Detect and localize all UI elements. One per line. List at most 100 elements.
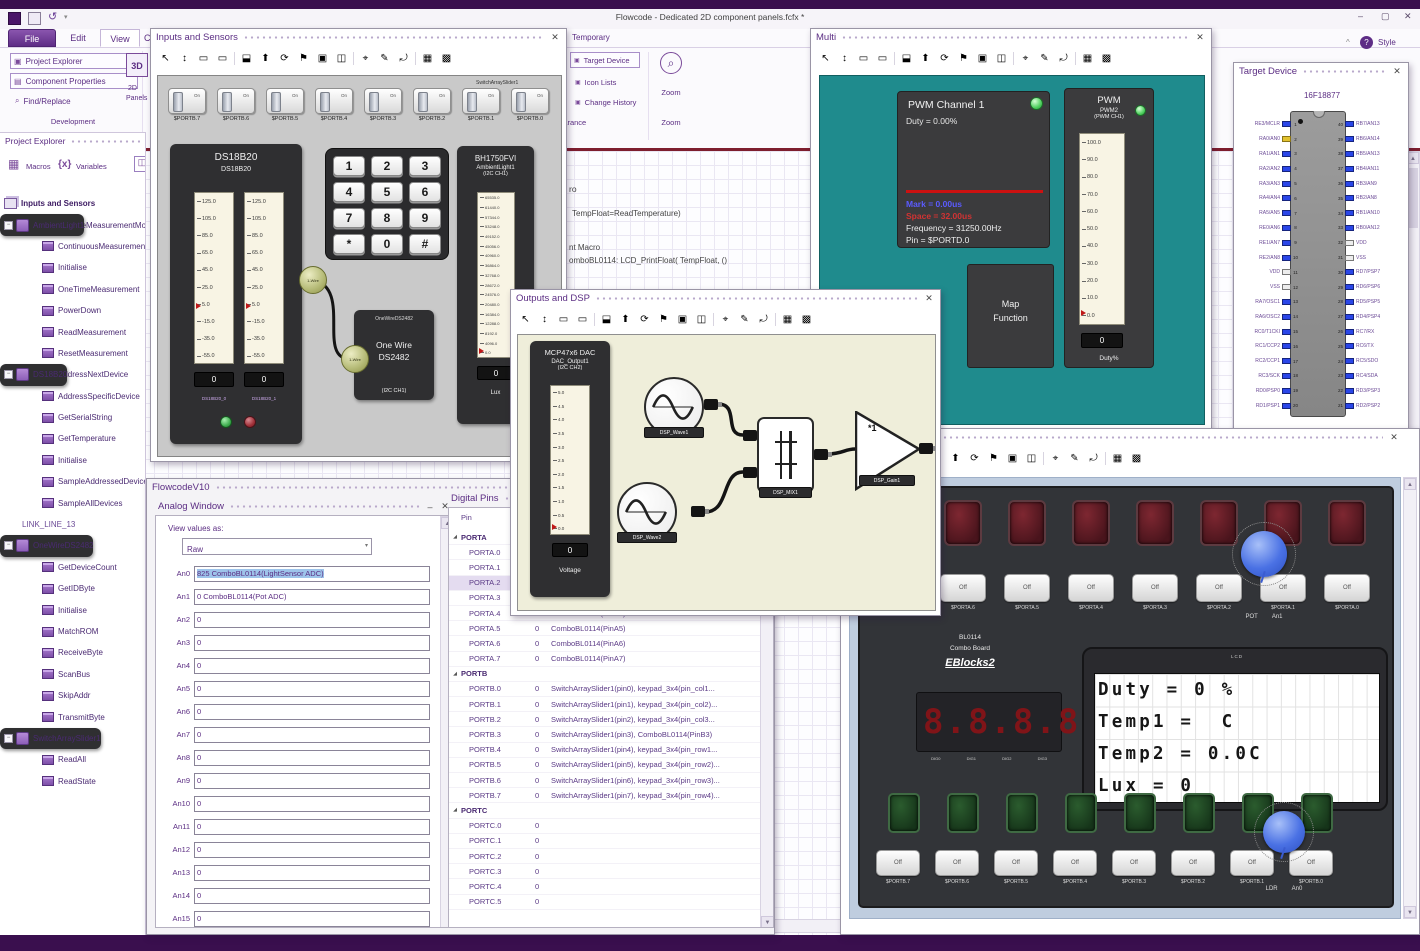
chip-pin[interactable]: 21 RD2/PSP2: [1336, 398, 1408, 413]
toolbar-icon[interactable]: ⬆: [948, 451, 963, 466]
ribbon-icon-lists-toggle[interactable]: ▣ Icon Lists: [572, 74, 619, 90]
ribbon-change-history-toggle[interactable]: ▣ Change History: [572, 94, 639, 110]
tree-item[interactable]: − AddressSpecificDevice: [0, 386, 145, 407]
board-vertical-scrollbar[interactable]: ▲ ▼: [1403, 477, 1417, 919]
chip-pin[interactable]: RC1/CCP2 16: [1236, 339, 1300, 354]
tab-edit[interactable]: Edit: [60, 29, 96, 47]
scroll-down-arrow[interactable]: ▼: [1404, 906, 1416, 918]
channel-value-input[interactable]: 0: [194, 611, 430, 628]
style-label[interactable]: Style: [1378, 38, 1396, 47]
minimize-button[interactable]: –: [1358, 11, 1363, 21]
toolbar-icon[interactable]: ↕: [837, 51, 852, 66]
port-toggle-button[interactable]: Off: [1196, 574, 1242, 602]
keypad-key[interactable]: 3: [409, 156, 441, 176]
chip-pin[interactable]: 40 RB7/AN13: [1336, 117, 1408, 132]
toolbar-icon[interactable]: ⟳: [637, 312, 652, 327]
toolbar-icon[interactable]: ⬓: [239, 51, 254, 66]
chip-pin[interactable]: 38 RB5/AN13: [1336, 147, 1408, 162]
port-toggle-button[interactable]: Off: [1171, 850, 1215, 876]
digital-pin-row[interactable]: ◢ PORTC.0 0: [449, 819, 761, 834]
toolbar-icon[interactable]: ▦: [1110, 451, 1125, 466]
chip-pin[interactable]: RA5/AN5 7: [1236, 206, 1300, 221]
chip-pin[interactable]: VSS 12: [1236, 280, 1300, 295]
slide-switch[interactable]: On: [364, 88, 402, 114]
chip-pin[interactable]: RC2/CCP1 17: [1236, 354, 1300, 369]
tree-item[interactable]: − GetIDByte: [0, 578, 145, 599]
toolbar-icon[interactable]: ⬓: [899, 51, 914, 66]
keypad-component[interactable]: 1 2 3 4 5 6 7 8 9 * 0 #: [325, 148, 449, 260]
dsp-mix-component[interactable]: [757, 417, 814, 493]
chip-pin[interactable]: RE2/AN8 10: [1236, 250, 1300, 265]
chip-pin[interactable]: RD1/PSP1 20: [1236, 398, 1300, 413]
chip-pin[interactable]: RE0/AN6 8: [1236, 221, 1300, 236]
port-toggle-button[interactable]: Off: [1324, 574, 1370, 602]
channel-value-input[interactable]: 0 ComboBL0114(Pot ADC): [194, 588, 430, 605]
zoom-icon[interactable]: ⌕: [660, 52, 682, 74]
chip-pin[interactable]: RE3/MCLR 1: [1236, 117, 1300, 132]
toolbar-icon[interactable]: [713, 312, 714, 326]
channel-value-input[interactable]: 0: [194, 772, 430, 789]
toolbar-icon[interactable]: [1075, 51, 1076, 65]
close-icon[interactable]: ✕: [923, 293, 935, 304]
tree-item[interactable]: − Inputs and Sensors: [0, 193, 145, 214]
help-icon[interactable]: ?: [1360, 36, 1373, 49]
toolbar-icon[interactable]: [1043, 451, 1044, 465]
analog-window-titlebar[interactable]: Analog Window – ✕: [153, 499, 456, 514]
digital-pin-row[interactable]: ◢ PORTB.4 0 SwitchArraySlider1(pin4), ke…: [449, 743, 761, 758]
toolbar-icon[interactable]: ▦: [780, 312, 795, 327]
toolbar-icon[interactable]: ✎: [737, 312, 752, 327]
keypad-key[interactable]: 9: [409, 208, 441, 228]
toolbar-icon[interactable]: ▭: [875, 51, 890, 66]
toolbar-icon[interactable]: ⌖: [1018, 51, 1033, 66]
close-button[interactable]: ✕: [1404, 11, 1412, 22]
toolbar-icon[interactable]: [894, 51, 895, 65]
chip-pin[interactable]: 22 RD3/PSP3: [1336, 383, 1408, 398]
close-icon[interactable]: ✕: [1194, 32, 1206, 43]
keypad-key[interactable]: 8: [371, 208, 403, 228]
undo-icon[interactable]: ↺: [48, 10, 57, 23]
tree-item[interactable]: − Initialise: [0, 257, 145, 278]
tree-item[interactable]: − LINK_LINE_13: [0, 514, 145, 535]
slide-switch[interactable]: On: [168, 88, 206, 114]
close-icon[interactable]: ✕: [1391, 66, 1403, 77]
toolbar-icon[interactable]: ▭: [575, 312, 590, 327]
tree-item[interactable]: − SkipAddr: [0, 685, 145, 706]
chip-pin[interactable]: 36 RB3/AN9: [1336, 176, 1408, 191]
digital-pin-row[interactable]: ◢ PORTA.5 0 ComboBL0114(PinA5): [449, 621, 761, 637]
toolbar-icon[interactable]: ⟳: [277, 51, 292, 66]
ds18b20-component[interactable]: DS18B20 DS18B20 125.0 105.0 85.0 65.0 45.0 25…: [170, 144, 302, 444]
tree-item[interactable]: − ReadMeasurement: [0, 321, 145, 342]
chip-pin[interactable]: 25 RC6/TX: [1336, 339, 1408, 354]
tree-item[interactable]: − ReadState: [0, 771, 145, 792]
chip-pin[interactable]: 35 RB2/AN8: [1336, 191, 1408, 206]
tree-item[interactable]: − GetDeviceCount: [0, 557, 145, 578]
chip-pin[interactable]: RA3/AN3 5: [1236, 176, 1300, 191]
port-toggle-button[interactable]: Off: [1132, 574, 1178, 602]
toolbar-icon[interactable]: ✎: [377, 51, 392, 66]
keypad-key[interactable]: 7: [333, 208, 365, 228]
toolbar-icon[interactable]: ▦: [1080, 51, 1095, 66]
chip-pin[interactable]: RC0/T1CKI 15: [1236, 324, 1300, 339]
minimize-icon[interactable]: –: [426, 502, 434, 512]
toolbar-icon[interactable]: ▭: [215, 51, 230, 66]
tree-item[interactable]: − GetTemperature: [0, 428, 145, 449]
tree-expand-icon[interactable]: −: [4, 733, 13, 743]
pwm-gauge-component[interactable]: PWM PWM2 (PWM CH1) 100.0 90.0 80.0 70.0 60.0…: [1064, 88, 1154, 368]
toolbar-icon[interactable]: ◫: [994, 51, 1009, 66]
channel-value-input[interactable]: 0: [194, 634, 430, 651]
chip-pin[interactable]: VDD 11: [1236, 265, 1300, 280]
toolbar-icon[interactable]: ↖: [158, 51, 173, 66]
chip-pin[interactable]: 30 RD7/PSP7: [1336, 265, 1408, 280]
chip-pin[interactable]: RA4/AN4 6: [1236, 191, 1300, 206]
digital-pin-row[interactable]: ◢ PORTB.7 0 SwitchArraySlider1(pin7), ke…: [449, 788, 761, 804]
toolbar-icon[interactable]: ⚑: [656, 312, 671, 327]
toolbar-icon[interactable]: ◫: [1024, 451, 1039, 466]
port-toggle-button[interactable]: Off: [1004, 574, 1050, 602]
close-icon[interactable]: ✕: [549, 32, 561, 43]
ribbon-3d-button[interactable]: 3D: [126, 53, 148, 77]
channel-value-input[interactable]: 0: [194, 657, 430, 674]
pot-knob[interactable]: [1241, 531, 1287, 577]
toolbar-icon[interactable]: [775, 312, 776, 326]
digital-pin-row[interactable]: ◢ PORTC.3 0: [449, 864, 761, 880]
toolbar-icon[interactable]: ◫: [334, 51, 349, 66]
